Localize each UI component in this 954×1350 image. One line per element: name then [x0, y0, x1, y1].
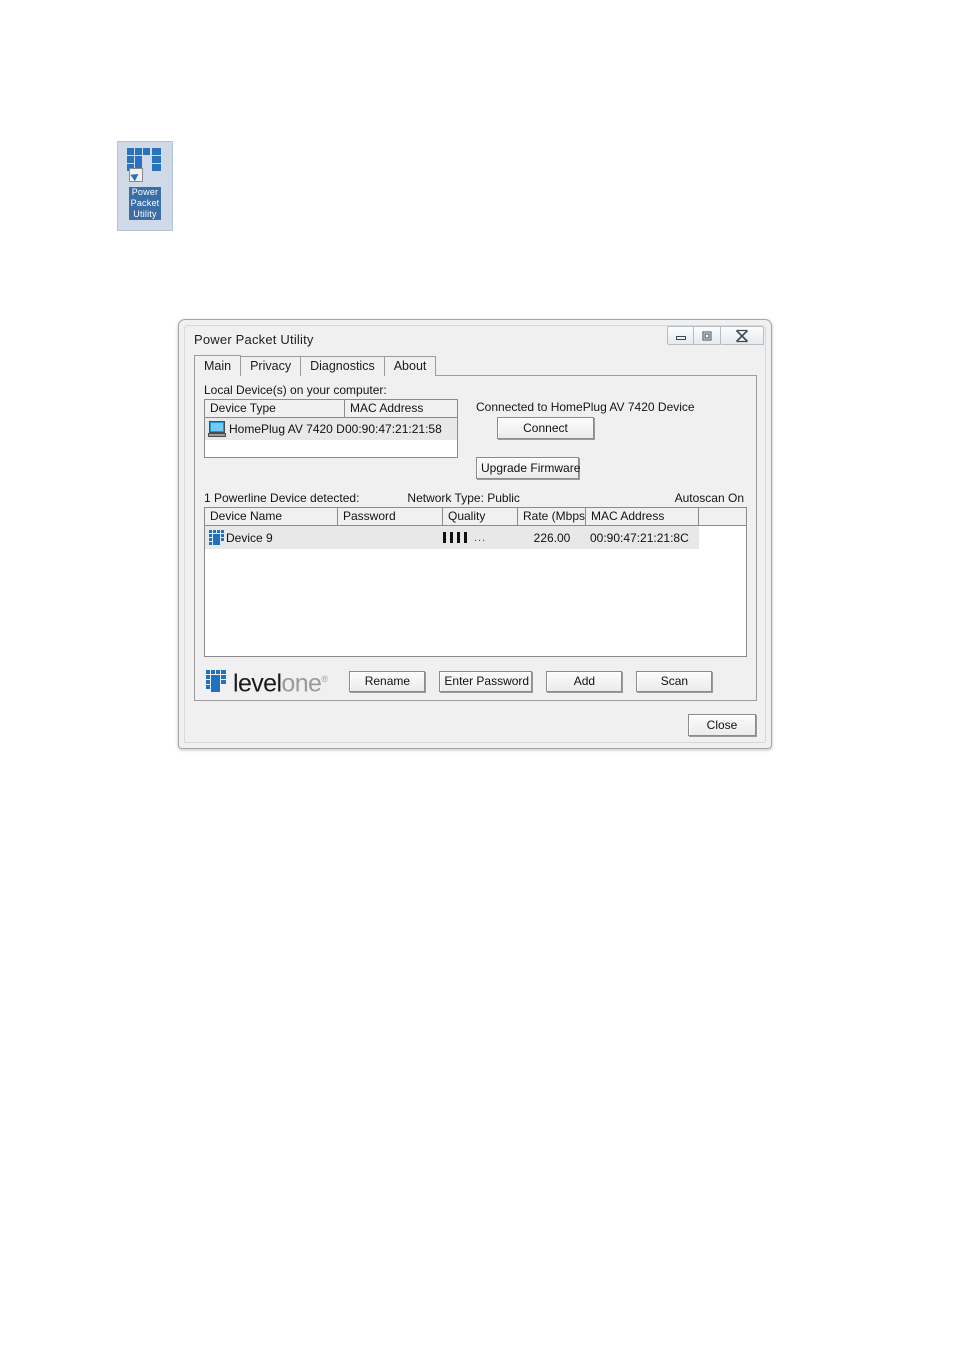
levelone-wordmark-primary: level	[233, 669, 282, 698]
powerline-detected-count: 1 Powerline Device detected:	[204, 491, 360, 505]
tab-privacy[interactable]: Privacy	[240, 356, 302, 376]
local-device-mac-cell: 00:90:47:21:21:58	[345, 422, 442, 436]
window-bottom-bar: Close	[194, 707, 757, 742]
tab-strip: Main Privacy Diagnostics About	[194, 355, 757, 376]
computer-icon	[208, 421, 226, 437]
column-powerline-mac-address[interactable]: MAC Address	[586, 508, 699, 525]
powerline-device-icon	[209, 530, 224, 545]
desktop-shortcut-label: Power Packet Utility	[128, 187, 162, 220]
local-devices-label: Local Device(s) on your computer:	[204, 383, 387, 397]
local-device-row[interactable]: HomePlug AV 7420 D... 00:90:47:21:21:58	[205, 418, 457, 440]
tab-strip-filler	[435, 356, 757, 376]
levelone-wordmark: levelone®	[233, 668, 328, 698]
local-device-list-header: Device Type MAC Address	[205, 400, 457, 418]
levelone-registered-mark: ®	[321, 674, 328, 684]
levelone-logo-mark-icon	[206, 670, 228, 693]
main-tab-panel: Local Device(s) on your computer: Device…	[194, 375, 757, 701]
levelone-wordmark-secondary: one	[281, 669, 322, 698]
connection-status-text: Connected to HomePlug AV 7420 Device	[476, 400, 695, 414]
column-password[interactable]: Password	[338, 508, 443, 525]
desktop-shortcut-power-packet-utility[interactable]: Power Packet Utility	[117, 141, 173, 231]
quality-bar	[457, 532, 460, 543]
action-bar: levelone® Rename Enter Password Add Scan	[204, 668, 747, 698]
column-mac-address[interactable]: MAC Address	[345, 400, 457, 417]
scan-button[interactable]: Scan	[636, 670, 713, 692]
powerline-rate-cell: 226.00	[533, 530, 571, 545]
column-spacer[interactable]	[699, 508, 746, 525]
connect-button[interactable]: Connect	[497, 417, 594, 439]
powerline-device-name-text: Device 9	[226, 530, 273, 545]
local-device-type-cell: HomePlug AV 7420 D...	[205, 421, 345, 437]
quality-bar	[464, 532, 467, 543]
minimize-button[interactable]	[667, 326, 694, 345]
local-device-list[interactable]: Device Type MAC Address HomePlug AV 7420…	[204, 399, 458, 458]
powerline-device-row[interactable]: Device 9 ... 226.00 00:90:47:21:21:8C	[205, 526, 746, 549]
local-devices-row: Device Type MAC Address HomePlug AV 7420…	[204, 399, 747, 479]
power-packet-utility-icon	[127, 148, 163, 184]
powerline-list-header: Device Name Password Quality Rate (Mbps)…	[205, 508, 746, 526]
connection-panel: Connected to HomePlug AV 7420 Device Con…	[476, 399, 747, 479]
window-titlebar[interactable]: Power Packet Utility	[185, 326, 765, 353]
levelone-logo: levelone®	[206, 668, 328, 698]
tab-about[interactable]: About	[383, 356, 437, 376]
powerline-quality-cell: ...	[443, 532, 518, 544]
add-button[interactable]: Add	[546, 670, 623, 692]
powerline-row-spacer	[699, 526, 746, 549]
window-inner: Power Packet Utility Main Privacy Diagno…	[184, 325, 766, 743]
autoscan-status-text: Autoscan On	[674, 491, 744, 505]
network-type-text: Network Type: Public	[407, 491, 520, 505]
shortcut-label-line-1: Power	[128, 187, 162, 198]
column-rate-mbps[interactable]: Rate (Mbps)	[518, 508, 586, 525]
shortcut-arrow-icon	[129, 168, 143, 182]
column-device-name[interactable]: Device Name	[205, 508, 338, 525]
shortcut-label-line-3: Utility	[128, 209, 162, 220]
window-controls	[667, 326, 764, 345]
power-packet-utility-window: Power Packet Utility Main Privacy Diagno…	[178, 319, 772, 749]
quality-overflow: ...	[474, 531, 487, 544]
rename-button[interactable]: Rename	[349, 670, 426, 692]
close-button[interactable]: Close	[688, 713, 756, 736]
powerline-status-row: 1 Powerline Device detected: Network Typ…	[204, 491, 747, 505]
powerline-mac-cell: 00:90:47:21:21:8C	[590, 530, 689, 545]
quality-bar	[450, 532, 453, 543]
shortcut-label-line-2: Packet	[128, 198, 162, 209]
quality-bar	[443, 532, 446, 543]
upgrade-firmware-button[interactable]: Upgrade Firmware	[476, 457, 580, 479]
column-quality[interactable]: Quality	[443, 508, 518, 525]
column-device-type[interactable]: Device Type	[205, 400, 345, 417]
local-device-type-text: HomePlug AV 7420 D...	[229, 422, 345, 436]
quality-bars: ...	[443, 532, 486, 544]
powerline-device-name-cell: Device 9	[205, 530, 338, 545]
local-devices-column: Device Type MAC Address HomePlug AV 7420…	[204, 399, 458, 479]
enter-password-button[interactable]: Enter Password	[439, 670, 533, 692]
window-title: Power Packet Utility	[194, 332, 314, 347]
maximize-button[interactable]	[694, 326, 721, 345]
close-button-titlebar[interactable]	[721, 326, 764, 345]
tab-main[interactable]: Main	[194, 355, 242, 376]
tab-diagnostics[interactable]: Diagnostics	[300, 356, 385, 376]
powerline-device-list[interactable]: Device Name Password Quality Rate (Mbps)…	[204, 507, 747, 657]
